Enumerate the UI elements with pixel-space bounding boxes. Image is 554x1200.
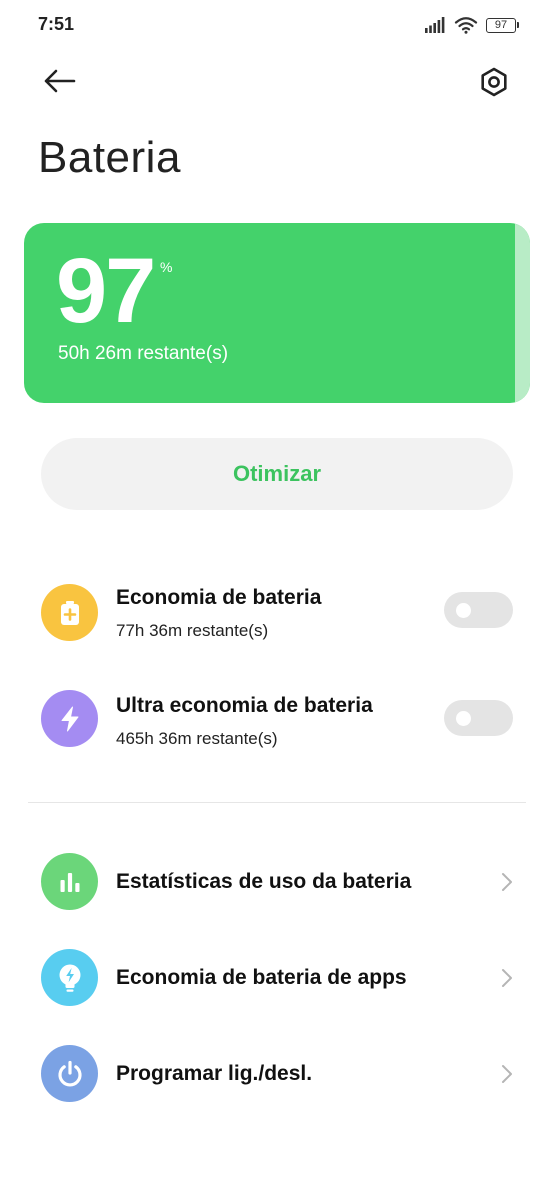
back-button[interactable]	[40, 64, 78, 98]
app-battery-saver-title: Economia de bateria de apps	[116, 966, 407, 989]
battery-level-remainder	[515, 223, 530, 403]
ultra-battery-saver-row[interactable]: Ultra economia de bateria 465h 36m resta…	[0, 672, 554, 768]
section-divider	[28, 802, 526, 803]
chevron-right-icon	[498, 966, 516, 990]
chevron-right-icon	[498, 870, 516, 894]
hexagon-gear-icon	[481, 67, 507, 97]
battery-saver-row[interactable]: Economia de bateria 77h 36m restante(s)	[0, 564, 554, 660]
lightning-icon	[41, 690, 98, 747]
settings-button[interactable]	[476, 64, 512, 100]
battery-percent-unit: %	[160, 259, 173, 275]
ultra-battery-saver-toggle[interactable]	[444, 700, 513, 736]
status-time: 7:51	[38, 14, 75, 34]
ultra-battery-saver-subtitle: 465h 36m restante(s)	[116, 729, 278, 748]
top-bar	[0, 56, 554, 106]
battery-saver-title: Economia de bateria	[116, 586, 322, 609]
lightbulb-bolt-icon	[41, 949, 98, 1006]
battery-saver-subtitle: 77h 36m restante(s)	[116, 621, 269, 640]
schedule-power-row[interactable]: Programar lig./desl.	[0, 1026, 554, 1122]
battery-icon: 97	[486, 17, 519, 33]
battery-usage-stats-title: Estatísticas de uso da bateria	[116, 870, 412, 893]
page-title: Bateria	[38, 133, 181, 182]
wifi-icon	[454, 17, 478, 34]
power-icon	[41, 1045, 98, 1102]
battery-usage-stats-row[interactable]: Estatísticas de uso da bateria	[0, 834, 554, 930]
signal-icon	[425, 17, 445, 33]
battery-level-card: 97 % 50h 26m restante(s)	[24, 223, 530, 403]
chevron-right-icon	[498, 1062, 516, 1086]
optimize-button[interactable]: Otimizar	[41, 438, 513, 510]
toggle-knob	[456, 603, 471, 618]
status-bar: 7:51 97	[0, 0, 554, 50]
toggle-knob	[456, 711, 471, 726]
battery-level-value: 97	[56, 240, 156, 342]
battery-remaining-time: 50h 26m restante(s)	[58, 343, 229, 364]
arrow-left-icon	[44, 69, 76, 93]
status-icons: 97	[424, 14, 519, 36]
app-battery-saver-row[interactable]: Economia de bateria de apps	[0, 930, 554, 1026]
schedule-power-title: Programar lig./desl.	[116, 1062, 313, 1085]
battery-plus-icon	[41, 584, 98, 641]
ultra-battery-saver-title: Ultra economia de bateria	[116, 694, 373, 717]
battery-saver-toggle[interactable]	[444, 592, 513, 628]
bar-chart-icon	[41, 853, 98, 910]
